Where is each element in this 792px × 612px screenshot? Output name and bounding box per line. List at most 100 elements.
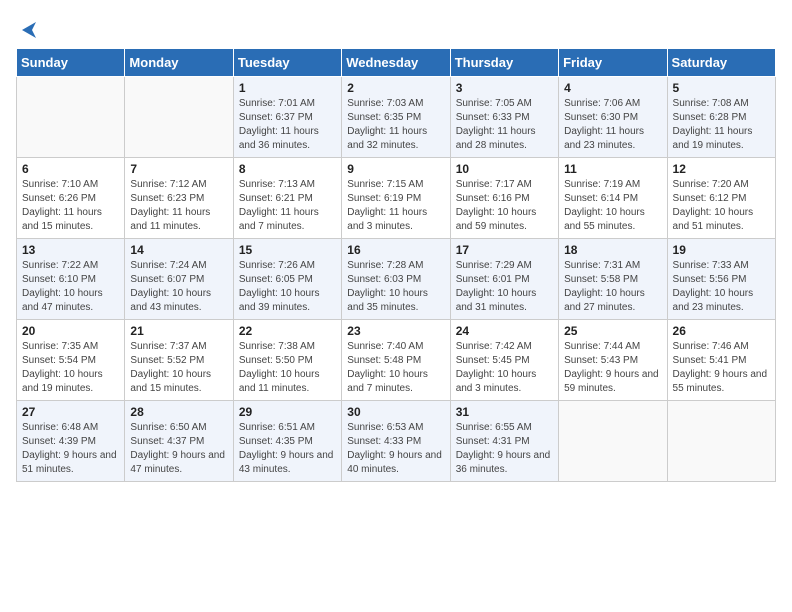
col-header-wednesday: Wednesday xyxy=(342,49,450,77)
page-header xyxy=(16,16,776,40)
day-number: 28 xyxy=(130,405,227,419)
day-number: 8 xyxy=(239,162,336,176)
day-info: Sunrise: 7:46 AMSunset: 5:41 PMDaylight:… xyxy=(673,340,770,396)
calendar-cell: 30 Sunrise: 6:53 AMSunset: 4:33 PMDayligh… xyxy=(342,401,450,482)
calendar-cell xyxy=(125,77,233,158)
day-info: Sunrise: 7:22 AMSunset: 6:10 PMDaylight:… xyxy=(22,259,119,315)
calendar-cell xyxy=(667,401,775,482)
day-info: Sunrise: 7:37 AMSunset: 5:52 PMDaylight:… xyxy=(130,340,227,396)
day-info: Sunrise: 7:05 AMSunset: 6:33 PMDaylight:… xyxy=(456,97,553,153)
col-header-tuesday: Tuesday xyxy=(233,49,341,77)
day-number: 2 xyxy=(347,81,444,95)
calendar-cell: 17Sunrise: 7:29 AMSunset: 6:01 PMDayligh… xyxy=(450,239,558,320)
calendar-cell: 24 Sunrise: 7:42 AMSunset: 5:45 PMDayligh… xyxy=(450,320,558,401)
day-number: 24 xyxy=(456,324,553,338)
day-info: Sunrise: 6:50 AMSunset: 4:37 PMDaylight:… xyxy=(130,421,227,477)
day-number: 26 xyxy=(673,324,770,338)
day-number: 10 xyxy=(456,162,553,176)
day-number: 4 xyxy=(564,81,661,95)
calendar-cell: 23 Sunrise: 7:40 AMSunset: 5:48 PMDayligh… xyxy=(342,320,450,401)
day-info: Sunrise: 6:55 AMSunset: 4:31 PMDaylight:… xyxy=(456,421,553,477)
col-header-friday: Friday xyxy=(559,49,667,77)
day-info: Sunrise: 7:15 AMSunset: 6:19 PMDaylight:… xyxy=(347,178,444,234)
calendar-cell: 9 Sunrise: 7:15 AMSunset: 6:19 PMDaylight… xyxy=(342,158,450,239)
day-number: 9 xyxy=(347,162,444,176)
day-info: Sunrise: 7:35 AMSunset: 5:54 PMDaylight:… xyxy=(22,340,119,396)
col-header-sunday: Sunday xyxy=(17,49,125,77)
calendar-cell: 29 Sunrise: 6:51 AMSunset: 4:35 PMDayligh… xyxy=(233,401,341,482)
day-info: Sunrise: 7:12 AMSunset: 6:23 PMDaylight:… xyxy=(130,178,227,234)
day-number: 30 xyxy=(347,405,444,419)
col-header-saturday: Saturday xyxy=(667,49,775,77)
day-info: Sunrise: 6:48 AMSunset: 4:39 PMDaylight:… xyxy=(22,421,119,477)
calendar-cell xyxy=(17,77,125,158)
day-number: 6 xyxy=(22,162,119,176)
day-info: Sunrise: 7:33 AMSunset: 5:56 PMDaylight:… xyxy=(673,259,770,315)
day-number: 18 xyxy=(564,243,661,257)
calendar-cell: 13 Sunrise: 7:22 AMSunset: 6:10 PMDayligh… xyxy=(17,239,125,320)
day-info: Sunrise: 7:24 AMSunset: 6:07 PMDaylight:… xyxy=(130,259,227,315)
calendar-cell: 4 Sunrise: 7:06 AMSunset: 6:30 PMDaylight… xyxy=(559,77,667,158)
day-number: 11 xyxy=(564,162,661,176)
calendar-cell: 1 Sunrise: 7:01 AMSunset: 6:37 PMDaylight… xyxy=(233,77,341,158)
day-info: Sunrise: 7:28 AMSunset: 6:03 PMDaylight:… xyxy=(347,259,444,315)
logo-bird-icon xyxy=(22,20,42,40)
day-number: 27 xyxy=(22,405,119,419)
logo xyxy=(16,16,42,40)
day-info: Sunrise: 7:17 AMSunset: 6:16 PMDaylight:… xyxy=(456,178,553,234)
day-info: Sunrise: 7:06 AMSunset: 6:30 PMDaylight:… xyxy=(564,97,661,153)
day-info: Sunrise: 7:42 AMSunset: 5:45 PMDaylight:… xyxy=(456,340,553,396)
calendar-cell: 16 Sunrise: 7:28 AMSunset: 6:03 PMDayligh… xyxy=(342,239,450,320)
calendar-cell: 15 Sunrise: 7:26 AMSunset: 6:05 PMDayligh… xyxy=(233,239,341,320)
day-info: Sunrise: 6:51 AMSunset: 4:35 PMDaylight:… xyxy=(239,421,336,477)
calendar-table: SundayMondayTuesdayWednesdayThursdayFrid… xyxy=(16,48,776,482)
day-number: 23 xyxy=(347,324,444,338)
day-number: 5 xyxy=(673,81,770,95)
day-number: 15 xyxy=(239,243,336,257)
day-number: 7 xyxy=(130,162,227,176)
calendar-cell: 25Sunrise: 7:44 AMSunset: 5:43 PMDayligh… xyxy=(559,320,667,401)
calendar-cell: 5 Sunrise: 7:08 AMSunset: 6:28 PMDaylight… xyxy=(667,77,775,158)
day-number: 1 xyxy=(239,81,336,95)
col-header-thursday: Thursday xyxy=(450,49,558,77)
calendar-cell: 28 Sunrise: 6:50 AMSunset: 4:37 PMDayligh… xyxy=(125,401,233,482)
day-number: 20 xyxy=(22,324,119,338)
day-info: Sunrise: 7:19 AMSunset: 6:14 PMDaylight:… xyxy=(564,178,661,234)
day-info: Sunrise: 7:13 AMSunset: 6:21 PMDaylight:… xyxy=(239,178,336,234)
calendar-cell: 26 Sunrise: 7:46 AMSunset: 5:41 PMDayligh… xyxy=(667,320,775,401)
calendar-cell: 3 Sunrise: 7:05 AMSunset: 6:33 PMDaylight… xyxy=(450,77,558,158)
calendar-cell xyxy=(559,401,667,482)
calendar-cell: 19 Sunrise: 7:33 AMSunset: 5:56 PMDayligh… xyxy=(667,239,775,320)
day-number: 31 xyxy=(456,405,553,419)
day-info: Sunrise: 6:53 AMSunset: 4:33 PMDaylight:… xyxy=(347,421,444,477)
calendar-cell: 8 Sunrise: 7:13 AMSunset: 6:21 PMDaylight… xyxy=(233,158,341,239)
day-number: 3 xyxy=(456,81,553,95)
day-number: 16 xyxy=(347,243,444,257)
calendar-cell: 18 Sunrise: 7:31 AMSunset: 5:58 PMDayligh… xyxy=(559,239,667,320)
day-info: Sunrise: 7:20 AMSunset: 6:12 PMDaylight:… xyxy=(673,178,770,234)
day-info: Sunrise: 7:38 AMSunset: 5:50 PMDaylight:… xyxy=(239,340,336,396)
day-info: Sunrise: 7:40 AMSunset: 5:48 PMDaylight:… xyxy=(347,340,444,396)
day-number: 29 xyxy=(239,405,336,419)
day-info: Sunrise: 7:31 AMSunset: 5:58 PMDaylight:… xyxy=(564,259,661,315)
calendar-cell: 7 Sunrise: 7:12 AMSunset: 6:23 PMDaylight… xyxy=(125,158,233,239)
day-info: Sunrise: 7:26 AMSunset: 6:05 PMDaylight:… xyxy=(239,259,336,315)
day-number: 13 xyxy=(22,243,119,257)
day-info: Sunrise: 7:03 AMSunset: 6:35 PMDaylight:… xyxy=(347,97,444,153)
calendar-cell: 27 Sunrise: 6:48 AMSunset: 4:39 PMDayligh… xyxy=(17,401,125,482)
calendar-cell: 12 Sunrise: 7:20 AMSunset: 6:12 PMDayligh… xyxy=(667,158,775,239)
day-info: Sunrise: 7:10 AMSunset: 6:26 PMDaylight:… xyxy=(22,178,119,234)
calendar-cell: 11 Sunrise: 7:19 AMSunset: 6:14 PMDayligh… xyxy=(559,158,667,239)
day-info: Sunrise: 7:08 AMSunset: 6:28 PMDaylight:… xyxy=(673,97,770,153)
day-number: 19 xyxy=(673,243,770,257)
calendar-cell: 21 Sunrise: 7:37 AMSunset: 5:52 PMDayligh… xyxy=(125,320,233,401)
calendar-cell: 22Sunrise: 7:38 AMSunset: 5:50 PMDayligh… xyxy=(233,320,341,401)
day-info: Sunrise: 7:01 AMSunset: 6:37 PMDaylight:… xyxy=(239,97,336,153)
calendar-cell: 31 Sunrise: 6:55 AMSunset: 4:31 PMDayligh… xyxy=(450,401,558,482)
calendar-cell: 20 Sunrise: 7:35 AMSunset: 5:54 PMDayligh… xyxy=(17,320,125,401)
calendar-cell: 6 Sunrise: 7:10 AMSunset: 6:26 PMDaylight… xyxy=(17,158,125,239)
day-number: 21 xyxy=(130,324,227,338)
col-header-monday: Monday xyxy=(125,49,233,77)
day-info: Sunrise: 7:29 AMSunset: 6:01 PMDaylight:… xyxy=(456,259,553,315)
day-number: 12 xyxy=(673,162,770,176)
